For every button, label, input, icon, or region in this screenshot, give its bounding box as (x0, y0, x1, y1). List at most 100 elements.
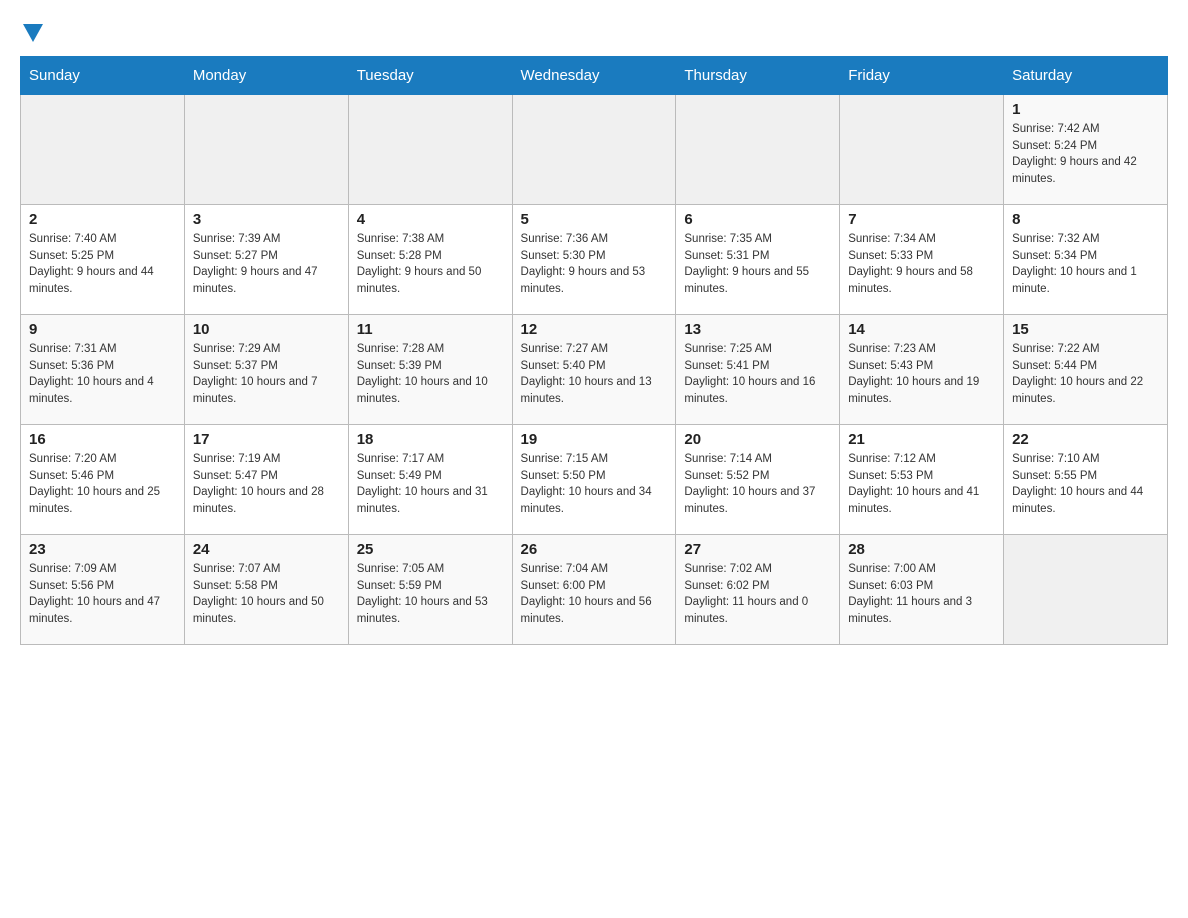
calendar-day-cell: 8 Sunrise: 7:32 AMSunset: 5:34 PMDaylight… (1004, 205, 1168, 315)
calendar-day-cell: 21 Sunrise: 7:12 AMSunset: 5:53 PMDayligh… (840, 425, 1004, 535)
day-info: Sunrise: 7:00 AMSunset: 6:03 PMDaylight:… (848, 561, 995, 628)
day-number: 2 (29, 211, 176, 228)
day-info: Sunrise: 7:32 AMSunset: 5:34 PMDaylight:… (1012, 231, 1159, 298)
day-info: Sunrise: 7:02 AMSunset: 6:02 PMDaylight:… (684, 561, 831, 628)
calendar-day-cell (348, 95, 512, 205)
calendar-day-cell (512, 95, 676, 205)
calendar-day-cell: 23 Sunrise: 7:09 AMSunset: 5:56 PMDayligh… (21, 535, 185, 645)
day-number: 19 (521, 431, 668, 448)
day-info: Sunrise: 7:10 AMSunset: 5:55 PMDaylight:… (1012, 451, 1159, 518)
day-number: 8 (1012, 211, 1159, 228)
calendar-day-cell: 20 Sunrise: 7:14 AMSunset: 5:52 PMDayligh… (676, 425, 840, 535)
day-number: 12 (521, 321, 668, 338)
day-info: Sunrise: 7:04 AMSunset: 6:00 PMDaylight:… (521, 561, 668, 628)
day-info: Sunrise: 7:38 AMSunset: 5:28 PMDaylight:… (357, 231, 504, 298)
calendar-day-cell: 15 Sunrise: 7:22 AMSunset: 5:44 PMDayligh… (1004, 315, 1168, 425)
calendar-table: SundayMondayTuesdayWednesdayThursdayFrid… (20, 56, 1168, 645)
calendar-day-cell: 16 Sunrise: 7:20 AMSunset: 5:46 PMDayligh… (21, 425, 185, 535)
day-number: 21 (848, 431, 995, 448)
day-info: Sunrise: 7:23 AMSunset: 5:43 PMDaylight:… (848, 341, 995, 408)
day-info: Sunrise: 7:12 AMSunset: 5:53 PMDaylight:… (848, 451, 995, 518)
day-number: 7 (848, 211, 995, 228)
page-header (20, 20, 1168, 38)
day-number: 23 (29, 541, 176, 558)
day-number: 3 (193, 211, 340, 228)
calendar-day-cell: 14Sunrise: 7:23 AMSunset: 5:43 PMDayligh… (840, 315, 1004, 425)
calendar-day-cell (21, 95, 185, 205)
calendar-day-cell: 1 Sunrise: 7:42 AMSunset: 5:24 PMDaylight… (1004, 95, 1168, 205)
day-number: 9 (29, 321, 176, 338)
day-number: 11 (357, 321, 504, 338)
calendar-day-cell: 2 Sunrise: 7:40 AMSunset: 5:25 PMDaylight… (21, 205, 185, 315)
calendar-week-row: 16 Sunrise: 7:20 AMSunset: 5:46 PMDayligh… (21, 425, 1168, 535)
day-info: Sunrise: 7:22 AMSunset: 5:44 PMDaylight:… (1012, 341, 1159, 408)
weekday-header-monday: Monday (184, 57, 348, 95)
calendar-day-cell: 18 Sunrise: 7:17 AMSunset: 5:49 PMDayligh… (348, 425, 512, 535)
day-info: Sunrise: 7:15 AMSunset: 5:50 PMDaylight:… (521, 451, 668, 518)
calendar-day-cell: 28 Sunrise: 7:00 AMSunset: 6:03 PMDayligh… (840, 535, 1004, 645)
day-info: Sunrise: 7:07 AMSunset: 5:58 PMDaylight:… (193, 561, 340, 628)
calendar-day-cell: 27 Sunrise: 7:02 AMSunset: 6:02 PMDayligh… (676, 535, 840, 645)
day-info: Sunrise: 7:36 AMSunset: 5:30 PMDaylight:… (521, 231, 668, 298)
calendar-day-cell: 13Sunrise: 7:25 AMSunset: 5:41 PMDayligh… (676, 315, 840, 425)
calendar-day-cell: 5 Sunrise: 7:36 AMSunset: 5:30 PMDaylight… (512, 205, 676, 315)
logo (20, 20, 43, 38)
day-info: Sunrise: 7:31 AMSunset: 5:36 PMDaylight:… (29, 341, 176, 408)
day-number: 26 (521, 541, 668, 558)
day-info: Sunrise: 7:39 AMSunset: 5:27 PMDaylight:… (193, 231, 340, 298)
calendar-day-cell: 26 Sunrise: 7:04 AMSunset: 6:00 PMDayligh… (512, 535, 676, 645)
calendar-day-cell: 6Sunrise: 7:35 AMSunset: 5:31 PMDaylight… (676, 205, 840, 315)
calendar-day-cell (184, 95, 348, 205)
day-number: 25 (357, 541, 504, 558)
calendar-week-row: 1 Sunrise: 7:42 AMSunset: 5:24 PMDaylight… (21, 95, 1168, 205)
logo-triangle-icon (23, 24, 43, 42)
weekday-header-saturday: Saturday (1004, 57, 1168, 95)
day-number: 27 (684, 541, 831, 558)
calendar-day-cell (840, 95, 1004, 205)
day-info: Sunrise: 7:19 AMSunset: 5:47 PMDaylight:… (193, 451, 340, 518)
calendar-header-row: SundayMondayTuesdayWednesdayThursdayFrid… (21, 57, 1168, 95)
weekday-header-thursday: Thursday (676, 57, 840, 95)
weekday-header-friday: Friday (840, 57, 1004, 95)
day-info: Sunrise: 7:42 AMSunset: 5:24 PMDaylight:… (1012, 121, 1159, 188)
day-info: Sunrise: 7:29 AMSunset: 5:37 PMDaylight:… (193, 341, 340, 408)
day-info: Sunrise: 7:40 AMSunset: 5:25 PMDaylight:… (29, 231, 176, 298)
day-number: 24 (193, 541, 340, 558)
calendar-day-cell: 12 Sunrise: 7:27 AMSunset: 5:40 PMDayligh… (512, 315, 676, 425)
calendar-day-cell: 22 Sunrise: 7:10 AMSunset: 5:55 PMDayligh… (1004, 425, 1168, 535)
day-info: Sunrise: 7:17 AMSunset: 5:49 PMDaylight:… (357, 451, 504, 518)
calendar-day-cell (1004, 535, 1168, 645)
weekday-header-wednesday: Wednesday (512, 57, 676, 95)
day-number: 18 (357, 431, 504, 448)
day-info: Sunrise: 7:28 AMSunset: 5:39 PMDaylight:… (357, 341, 504, 408)
weekday-header-sunday: Sunday (21, 57, 185, 95)
calendar-day-cell (676, 95, 840, 205)
calendar-day-cell: 10 Sunrise: 7:29 AMSunset: 5:37 PMDayligh… (184, 315, 348, 425)
day-number: 10 (193, 321, 340, 338)
calendar-day-cell: 24 Sunrise: 7:07 AMSunset: 5:58 PMDayligh… (184, 535, 348, 645)
day-info: Sunrise: 7:09 AMSunset: 5:56 PMDaylight:… (29, 561, 176, 628)
day-number: 16 (29, 431, 176, 448)
day-number: 4 (357, 211, 504, 228)
calendar-day-cell: 9 Sunrise: 7:31 AMSunset: 5:36 PMDaylight… (21, 315, 185, 425)
day-info: Sunrise: 7:20 AMSunset: 5:46 PMDaylight:… (29, 451, 176, 518)
day-info: Sunrise: 7:27 AMSunset: 5:40 PMDaylight:… (521, 341, 668, 408)
day-number: 20 (684, 431, 831, 448)
calendar-week-row: 9 Sunrise: 7:31 AMSunset: 5:36 PMDaylight… (21, 315, 1168, 425)
day-info: Sunrise: 7:14 AMSunset: 5:52 PMDaylight:… (684, 451, 831, 518)
calendar-day-cell: 25 Sunrise: 7:05 AMSunset: 5:59 PMDayligh… (348, 535, 512, 645)
calendar-day-cell: 4 Sunrise: 7:38 AMSunset: 5:28 PMDaylight… (348, 205, 512, 315)
day-number: 5 (521, 211, 668, 228)
day-number: 22 (1012, 431, 1159, 448)
day-number: 13 (684, 321, 831, 338)
day-number: 28 (848, 541, 995, 558)
calendar-day-cell: 19 Sunrise: 7:15 AMSunset: 5:50 PMDayligh… (512, 425, 676, 535)
day-info: Sunrise: 7:34 AMSunset: 5:33 PMDaylight:… (848, 231, 995, 298)
day-number: 6 (684, 211, 831, 228)
day-number: 1 (1012, 101, 1159, 118)
day-info: Sunrise: 7:05 AMSunset: 5:59 PMDaylight:… (357, 561, 504, 628)
calendar-week-row: 2 Sunrise: 7:40 AMSunset: 5:25 PMDaylight… (21, 205, 1168, 315)
calendar-day-cell: 7 Sunrise: 7:34 AMSunset: 5:33 PMDaylight… (840, 205, 1004, 315)
day-number: 15 (1012, 321, 1159, 338)
calendar-week-row: 23 Sunrise: 7:09 AMSunset: 5:56 PMDayligh… (21, 535, 1168, 645)
